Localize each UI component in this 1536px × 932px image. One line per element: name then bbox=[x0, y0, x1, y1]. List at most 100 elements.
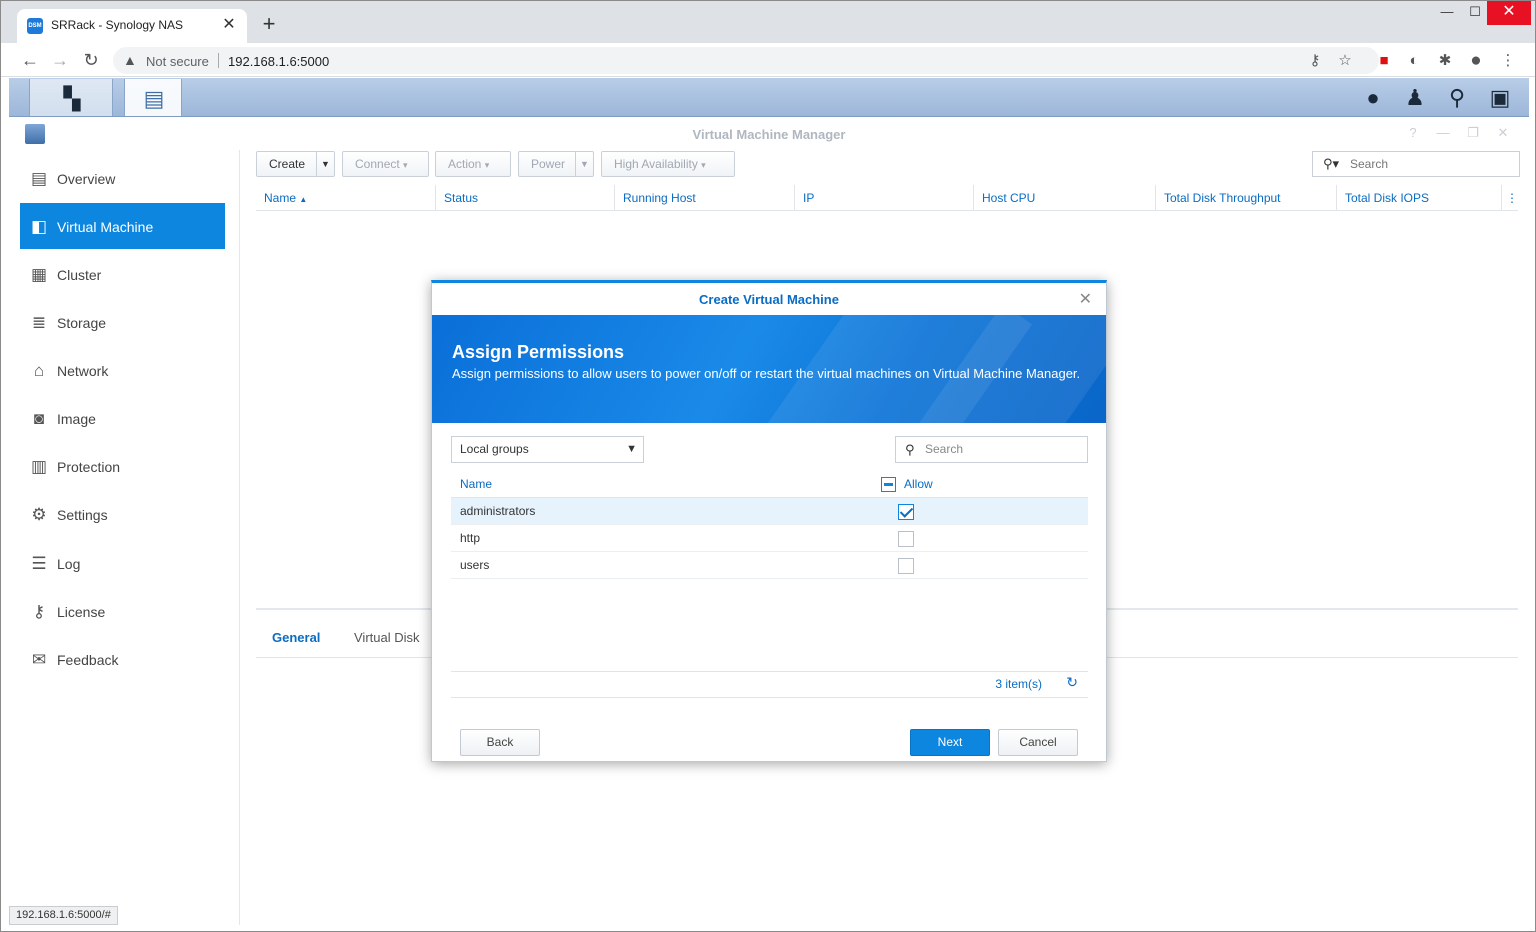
refresh-icon[interactable]: ↻ bbox=[1066, 674, 1078, 691]
vm-search-input[interactable]: ⚲▾ Search bbox=[1312, 151, 1520, 177]
extension-circle-icon[interactable]: ◐ bbox=[1404, 51, 1424, 71]
profile-icon[interactable]: ● bbox=[1466, 51, 1486, 71]
allow-checkbox[interactable] bbox=[898, 531, 914, 547]
sidebar-item-storage[interactable]: ≣ Storage bbox=[20, 299, 225, 345]
connect-label: Connect bbox=[355, 157, 400, 171]
sidebar-item-label: Log bbox=[57, 556, 81, 572]
search-icon[interactable]: ⚲ bbox=[1443, 84, 1471, 112]
gear-icon: ⚙ bbox=[31, 505, 47, 524]
window-close-icon[interactable]: ✕ bbox=[1487, 1, 1531, 25]
vmm-restore-icon[interactable]: ❐ bbox=[1463, 125, 1483, 143]
table-row[interactable]: users bbox=[451, 552, 1088, 579]
sidebar-item-network[interactable]: ⌂ Network bbox=[20, 347, 225, 393]
browser-tab[interactable]: DSM SRRack - Synology NAS ✕ bbox=[17, 9, 247, 43]
high-availability-button[interactable]: High Availability ▾ bbox=[601, 151, 735, 177]
power-label: Power bbox=[531, 157, 566, 171]
back-button[interactable]: Back bbox=[460, 729, 540, 756]
main-menu-icon: ▚ bbox=[63, 86, 81, 111]
column-host-cpu[interactable]: Host CPU bbox=[974, 185, 1156, 211]
sort-asc-icon: ▲ bbox=[299, 195, 308, 204]
widgets-icon[interactable]: ▣ bbox=[1486, 84, 1514, 112]
column-total-disk-throughput[interactable]: Total Disk Throughput bbox=[1156, 185, 1337, 211]
column-ip[interactable]: IP bbox=[795, 185, 974, 211]
sidebar-item-image[interactable]: ◙ Image bbox=[20, 395, 225, 441]
address-bar[interactable]: ▲ Not secure 192.168.1.6:5000 bbox=[113, 47, 1379, 74]
key-icon[interactable]: ⚷ bbox=[1305, 51, 1325, 71]
back-arrow-icon[interactable]: ← bbox=[19, 49, 41, 71]
new-tab-button[interactable]: + bbox=[257, 13, 281, 37]
star-icon[interactable]: ☆ bbox=[1335, 51, 1355, 71]
sidebar-item-settings[interactable]: ⚙ Settings bbox=[20, 491, 225, 537]
sidebar-item-label: Feedback bbox=[57, 652, 119, 668]
sidebar-item-cluster[interactable]: ▦ Cluster bbox=[20, 251, 225, 297]
create-button[interactable]: Create ▼ bbox=[256, 151, 335, 177]
image-icon: ◙ bbox=[33, 409, 45, 428]
search-icon: ⚲▾ bbox=[1323, 156, 1340, 171]
search-icon: ⚲ bbox=[905, 442, 915, 457]
url-text[interactable]: 192.168.1.6:5000 bbox=[228, 54, 329, 69]
security-label[interactable]: Not secure bbox=[146, 54, 209, 69]
close-icon[interactable]: ✕ bbox=[1079, 289, 1092, 309]
row-name: users bbox=[460, 558, 490, 572]
sidebar-item-overview[interactable]: ▤ Overview bbox=[20, 155, 225, 201]
column-total-disk-iops[interactable]: Total Disk IOPS bbox=[1337, 185, 1502, 211]
power-button[interactable]: Power ▼ bbox=[518, 151, 594, 177]
action-button[interactable]: Action ▾ bbox=[435, 151, 511, 177]
column-allow[interactable]: Allow bbox=[904, 471, 933, 498]
allow-all-checkbox[interactable] bbox=[881, 477, 896, 492]
tab-general[interactable]: General bbox=[272, 630, 320, 645]
chevron-down-icon[interactable]: ▼ bbox=[575, 152, 593, 176]
sidebar-item-label: Overview bbox=[57, 171, 116, 187]
column-name[interactable]: Name bbox=[460, 471, 492, 498]
table-row[interactable]: administrators bbox=[451, 498, 1088, 525]
permission-search-input[interactable]: ⚲ Search bbox=[895, 436, 1088, 463]
main-menu-button[interactable]: ▚ bbox=[29, 79, 113, 116]
tab-close-icon[interactable]: ✕ bbox=[219, 15, 239, 35]
next-button[interactable]: Next bbox=[910, 729, 990, 756]
chevron-down-icon[interactable]: ▼ bbox=[316, 152, 334, 176]
sidebar-item-feedback[interactable]: ✉ Feedback bbox=[20, 636, 225, 682]
sidebar-item-virtual-machine[interactable]: ◧ Virtual Machine bbox=[20, 203, 225, 249]
key-icon: ⚷ bbox=[32, 602, 46, 621]
tab-virtual-disk[interactable]: Virtual Disk bbox=[354, 630, 420, 645]
help-icon[interactable]: ? bbox=[1403, 125, 1423, 143]
chevron-down-icon: ▾ bbox=[484, 160, 490, 170]
sidebar-item-license[interactable]: ⚷ License bbox=[20, 588, 225, 634]
group-type-select[interactable]: Local groups ▼ bbox=[451, 436, 644, 463]
create-vm-dialog: Create Virtual Machine ✕ Assign Permissi… bbox=[431, 280, 1107, 762]
allow-checkbox[interactable] bbox=[898, 504, 914, 520]
column-status[interactable]: Status bbox=[436, 185, 615, 211]
pdf-extension-icon[interactable]: ■ bbox=[1374, 51, 1394, 71]
allow-checkbox[interactable] bbox=[898, 558, 914, 574]
cancel-button[interactable]: Cancel bbox=[998, 729, 1078, 756]
reload-icon[interactable]: ↻ bbox=[80, 49, 102, 71]
permission-grid-footer: 3 item(s) ↻ bbox=[451, 671, 1088, 698]
taskbar-vmm-button[interactable]: ▤ bbox=[124, 79, 182, 116]
user-icon[interactable]: ♟ bbox=[1401, 84, 1429, 112]
sidebar-item-protection[interactable]: ▥ Protection bbox=[20, 443, 225, 489]
vmm-minimize-icon[interactable]: — bbox=[1433, 125, 1453, 143]
column-name[interactable]: Name ▲ bbox=[256, 185, 436, 211]
action-label: Action bbox=[448, 157, 482, 171]
notification-icon[interactable]: ● bbox=[1359, 84, 1387, 112]
column-running-host[interactable]: Running Host bbox=[615, 185, 795, 211]
sidebar-item-label: Settings bbox=[57, 507, 108, 523]
maximize-icon[interactable]: ☐ bbox=[1461, 1, 1489, 25]
chevron-down-icon: ▼ bbox=[626, 443, 637, 455]
dialog-title: Create Virtual Machine bbox=[699, 292, 839, 307]
menu-dots-icon[interactable]: ⋮ bbox=[1498, 51, 1518, 71]
virtual-machine-icon: ◧ bbox=[30, 217, 48, 236]
chevron-down-icon: ▾ bbox=[701, 160, 706, 170]
sidebar-item-log[interactable]: ☰ Log bbox=[20, 540, 225, 586]
search-placeholder: Search bbox=[1350, 157, 1389, 171]
puzzle-icon[interactable]: ✱ bbox=[1435, 51, 1455, 71]
browser-window: DSM SRRack - Synology NAS ✕ + — ☐ ✕ ← → … bbox=[0, 0, 1536, 932]
forward-arrow-icon[interactable]: → bbox=[49, 49, 71, 71]
vmm-close-icon[interactable]: ✕ bbox=[1493, 125, 1513, 143]
overview-icon: ▤ bbox=[30, 169, 48, 188]
column-menu-icon[interactable]: ⋮ bbox=[1502, 185, 1518, 211]
minimize-icon[interactable]: — bbox=[1433, 1, 1461, 25]
sidebar: ▤ Overview ◧ Virtual Machine ▦ Cluster ≣… bbox=[9, 150, 240, 925]
table-row[interactable]: http bbox=[451, 525, 1088, 552]
connect-button[interactable]: Connect ▾ bbox=[342, 151, 429, 177]
